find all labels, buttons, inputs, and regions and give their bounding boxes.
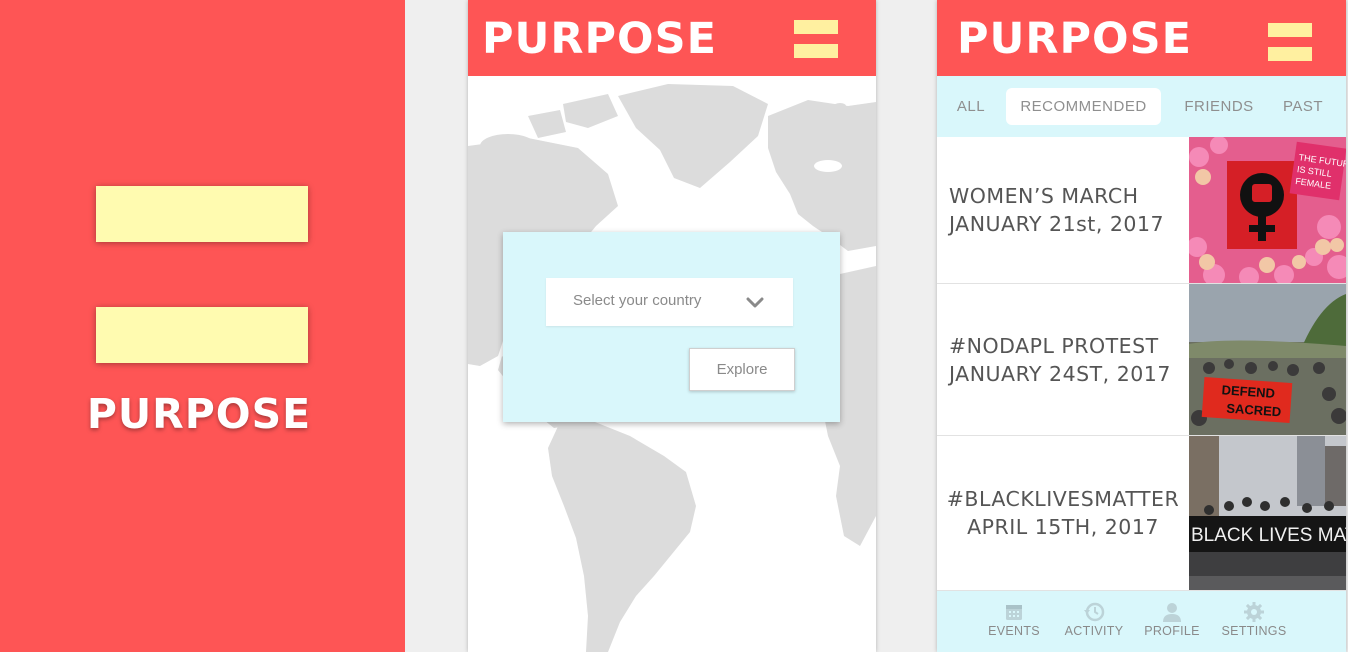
app-header: PURPOSE xyxy=(937,0,1346,76)
event-item-blacklivesmatter[interactable]: #BLACKLIVESMATTER APRIL 15TH, 2017 BLACK… xyxy=(937,436,1346,591)
country-dropdown-placeholder: Select your country xyxy=(573,292,702,309)
event-name: WOMEN’S MARCH xyxy=(949,184,1139,208)
event-name: #BLACKLIVESMATTER xyxy=(946,487,1180,511)
event-text: WOMEN’S MARCH JANUARY 21st, 2017 xyxy=(937,137,1189,283)
event-date: APRIL 15TH, 2017 xyxy=(967,515,1159,539)
event-text: #BLACKLIVESMATTER APRIL 15TH, 2017 xyxy=(937,436,1189,590)
tab-recommended[interactable]: RECOMMENDED xyxy=(1006,88,1161,125)
gear-icon xyxy=(1244,602,1264,622)
menu-icon[interactable] xyxy=(1268,23,1312,63)
event-photo-nodapl: DEFEND SACRED xyxy=(1189,284,1346,435)
bottom-nav: EVENTS ACTIVITY PROFILE SETTINGS xyxy=(937,591,1346,652)
svg-text:BLACK LIVES MAT: BLACK LIVES MAT xyxy=(1191,525,1346,546)
filter-tabs: ALL RECOMMENDED FRIENDS PAST xyxy=(937,76,1346,137)
nav-activity-label: ACTIVITY xyxy=(1064,624,1124,638)
splash-logo-bar-bottom xyxy=(96,307,308,363)
event-date: JANUARY 21st, 2017 xyxy=(949,212,1165,236)
chevron-down-icon xyxy=(746,297,764,308)
splash-screen: PURPOSE xyxy=(0,0,405,652)
map-screen: PURPOSE Select your country Explore xyxy=(468,0,876,652)
events-screen: PURPOSE ALL RECOMMENDED FRIENDS PAST WOM… xyxy=(937,0,1346,652)
menu-icon[interactable] xyxy=(794,20,838,60)
world-map[interactable]: Select your country Explore xyxy=(468,76,876,652)
event-name: #NODAPL PROTEST xyxy=(949,333,1159,358)
event-photo-blacklivesmatter: BLACK LIVES MAT xyxy=(1189,436,1346,590)
event-photo-womens-march: THE FUTURE IS STILL FEMALE xyxy=(1189,137,1346,283)
explore-button[interactable]: Explore xyxy=(689,348,795,391)
event-date: JANUARY 24ST, 2017 xyxy=(949,361,1171,386)
country-selector-card: Select your country Explore xyxy=(503,232,840,422)
app-title: PURPOSE xyxy=(482,14,717,64)
nav-activity[interactable]: ACTIVITY xyxy=(1063,601,1125,638)
nav-settings-label: SETTINGS xyxy=(1221,624,1287,638)
nav-events[interactable]: EVENTS xyxy=(986,601,1042,638)
event-item-womens-march[interactable]: WOMEN’S MARCH JANUARY 21st, 2017 THE FUT… xyxy=(937,137,1346,284)
nav-profile[interactable]: PROFILE xyxy=(1142,601,1202,638)
history-icon xyxy=(1084,602,1105,622)
tab-all[interactable]: ALL xyxy=(954,88,988,125)
tab-friends[interactable]: FRIENDS xyxy=(1181,88,1257,125)
nav-profile-label: PROFILE xyxy=(1144,624,1200,638)
app-title: PURPOSE xyxy=(957,14,1192,64)
event-text: #NODAPL PROTEST JANUARY 24ST, 2017 xyxy=(937,284,1189,435)
nav-settings[interactable]: SETTINGS xyxy=(1219,601,1289,638)
tab-past[interactable]: PAST xyxy=(1280,88,1326,125)
splash-logo-bar-top xyxy=(96,186,308,242)
nav-events-label: EVENTS xyxy=(988,624,1040,638)
splash-title: PURPOSE xyxy=(86,390,312,438)
calendar-icon xyxy=(1006,605,1022,620)
app-header: PURPOSE xyxy=(468,0,876,76)
event-item-nodapl[interactable]: #NODAPL PROTEST JANUARY 24ST, 2017 DEFEN… xyxy=(937,284,1346,436)
country-dropdown[interactable]: Select your country xyxy=(546,278,793,326)
user-icon xyxy=(1163,603,1181,622)
